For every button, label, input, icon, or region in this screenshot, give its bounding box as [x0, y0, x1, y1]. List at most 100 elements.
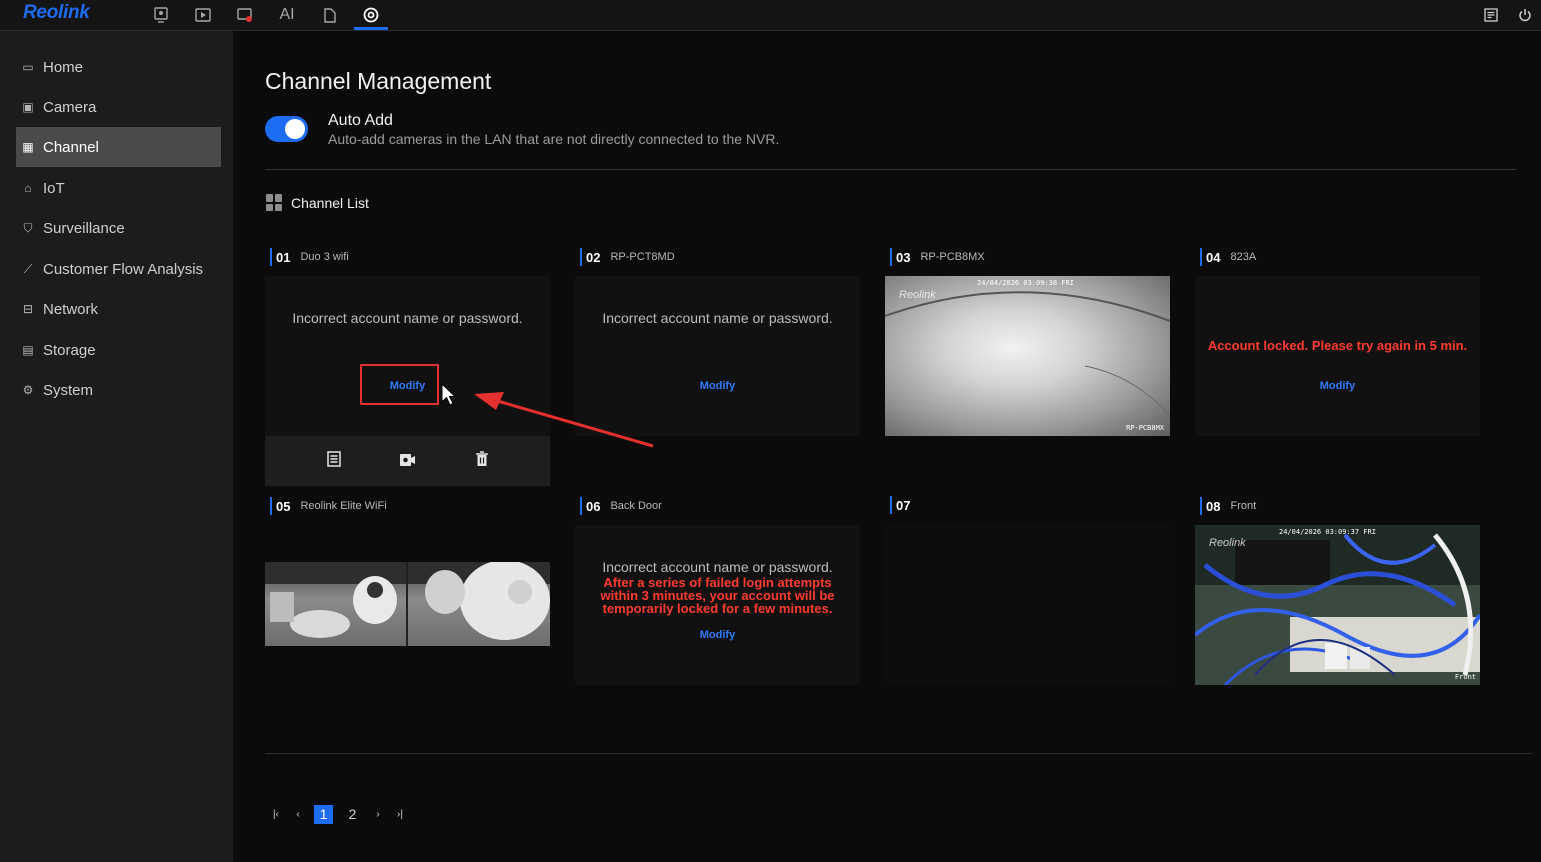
reolink-watermark: Reolink [1209, 537, 1246, 549]
file-icon[interactable] [308, 0, 350, 30]
sidebar-item-label: System [43, 381, 94, 399]
annotation-arrow-icon [474, 392, 654, 448]
camera-feed-image [1195, 525, 1480, 685]
top-bar: Reolink AI [0, 0, 1541, 31]
error-message: Incorrect account name or password. [602, 310, 833, 326]
modify-button[interactable]: Modify [1195, 380, 1480, 392]
sidebar-item-label: Channel [43, 138, 99, 156]
sidebar-item-storage[interactable]: ▤ Storage [16, 330, 221, 370]
channel-name: Back Door [610, 500, 662, 512]
prev-page-icon[interactable]: ‹ [287, 809, 309, 820]
channel-header-03: 03 RP-PCB8MX [890, 248, 985, 266]
channel-name: Front [1230, 500, 1257, 512]
channel-name: RP-PCB8MX [920, 251, 985, 263]
channel-name: RP-PCT8MD [610, 251, 675, 263]
channel-tile-05[interactable] [265, 562, 550, 646]
channel-list-title: Channel List [291, 195, 369, 211]
divider [265, 169, 1516, 170]
channel-tile-04[interactable]: Account locked. Please try again in 5 mi… [1195, 276, 1480, 436]
channel-number: 07 [896, 497, 911, 513]
channel-header-08: 08 Front [1200, 497, 1256, 515]
pagination: |‹ ‹ 1 2 › ›| [265, 804, 411, 824]
channel-number: 01 [276, 249, 291, 265]
toggle-knob [285, 119, 305, 139]
playback-icon[interactable] [182, 0, 224, 30]
sidebar-item-network[interactable]: ⊟ Network [16, 289, 221, 329]
channel-tile-06[interactable]: Incorrect account name or password. Afte… [575, 525, 860, 685]
modify-button[interactable]: Modify [575, 629, 860, 641]
power-icon[interactable] [1515, 8, 1535, 22]
home-icon: ▭ [22, 60, 34, 74]
channel-tile-03[interactable]: 24/04/2026 03:09:38 FRI Reolink RP-PCB8M… [885, 276, 1170, 436]
sidebar-item-channel[interactable]: ▦ Channel [16, 127, 221, 167]
last-page-icon[interactable]: ›| [389, 809, 411, 820]
notes-icon[interactable] [1481, 8, 1501, 22]
channel-header-02: 02 RP-PCT8MD [580, 248, 675, 266]
next-page-icon[interactable]: › [367, 809, 389, 820]
reolink-watermark: Reolink [899, 289, 936, 301]
network-icon: ⊟ [22, 302, 34, 316]
list-icon[interactable] [323, 450, 345, 472]
iot-icon: ⌂ [24, 181, 32, 195]
live-view-icon[interactable] [140, 0, 182, 30]
auto-add-toggle[interactable] [265, 116, 308, 142]
sidebar-item-label: Surveillance [43, 219, 125, 237]
error-message: Incorrect account name or password. [602, 559, 833, 575]
login-attempts-warning: After a series of failed login attempts … [600, 575, 835, 616]
camera-name-overlay: RP-PCB8MX [1126, 424, 1164, 432]
divider [265, 753, 1532, 754]
settings-icon[interactable] [350, 0, 392, 30]
camera-icon: ▣ [22, 100, 34, 114]
channel-name: Reolink Elite WiFi [300, 500, 387, 512]
top-navigation: AI [140, 0, 392, 30]
sidebar-item-label: Network [43, 300, 99, 318]
camera-settings-icon[interactable] [397, 451, 419, 472]
first-page-icon[interactable]: |‹ [265, 809, 287, 820]
page-2-button[interactable]: 2 [343, 805, 362, 824]
reolink-logo: Reolink [23, 2, 90, 23]
channel-number: 03 [896, 249, 911, 265]
storage-icon: ▤ [22, 343, 34, 357]
channel-list-icon [266, 194, 283, 211]
top-right-actions [1481, 0, 1535, 30]
trash-icon[interactable] [471, 450, 493, 472]
sidebar-item-home[interactable]: ▭ Home [16, 47, 221, 87]
chart-icon: ⟋ [23, 261, 33, 276]
page-1-button[interactable]: 1 [314, 804, 333, 824]
sidebar-item-camera[interactable]: ▣ Camera [16, 87, 221, 127]
channel-header-05: 05 Reolink Elite WiFi [270, 497, 387, 515]
sidebar-item-surveillance[interactable]: ⛉ Surveillance [16, 208, 221, 248]
sidebar-item-system[interactable]: ⚙ System [16, 370, 221, 410]
channel-number: 06 [586, 498, 601, 514]
sidebar-item-iot[interactable]: ⌂ IoT [16, 168, 221, 208]
account-locked-message: Account locked. Please try again in 5 mi… [1207, 338, 1468, 353]
sidebar-item-label: Customer Flow Analysis [43, 260, 204, 278]
auto-add-description: Auto-add cameras in the LAN that are not… [328, 131, 780, 147]
sidebar-item-customer-flow[interactable]: ⟋ Customer Flow Analysis [16, 249, 221, 289]
channel-name: 823A [1230, 251, 1257, 263]
channel-header-04: 04 823A [1200, 248, 1256, 266]
sidebar-item-label: Storage [43, 341, 96, 359]
gear-icon: ⚙ [22, 383, 34, 397]
channel-number: 04 [1206, 249, 1221, 265]
channel-icon: ▦ [22, 140, 34, 154]
video-timestamp: 24/04/2026 03:09:38 FRI [977, 279, 1074, 287]
channel-header-07: 07 [890, 496, 910, 514]
camera-feed-image [265, 562, 550, 646]
channel-tile-07[interactable] [885, 525, 1170, 685]
shield-icon: ⛉ [23, 220, 33, 235]
sidebar: ▭ Home ▣ Camera ▦ Channel ⌂ IoT ⛉ Surveillanc… [0, 31, 233, 862]
video-timestamp: 24/04/2026 03:09:37 FRI [1279, 528, 1376, 536]
sidebar-item-label: IoT [43, 179, 65, 197]
mouse-cursor-icon [441, 383, 457, 406]
error-message: Incorrect account name or password. [292, 310, 523, 326]
page-title: Channel Management [265, 68, 492, 94]
channel-name: Duo 3 wifi [300, 251, 349, 263]
channel-header-06: 06 Back Door [580, 497, 662, 515]
channel-tile-08[interactable]: 24/04/2026 03:09:37 FRI Reolink Front [1195, 525, 1480, 685]
channel-number: 02 [586, 249, 601, 265]
sidebar-item-label: Camera [43, 98, 97, 116]
ai-tab[interactable]: AI [266, 0, 308, 30]
alarm-icon[interactable] [224, 0, 266, 30]
sidebar-item-label: Home [43, 58, 84, 76]
